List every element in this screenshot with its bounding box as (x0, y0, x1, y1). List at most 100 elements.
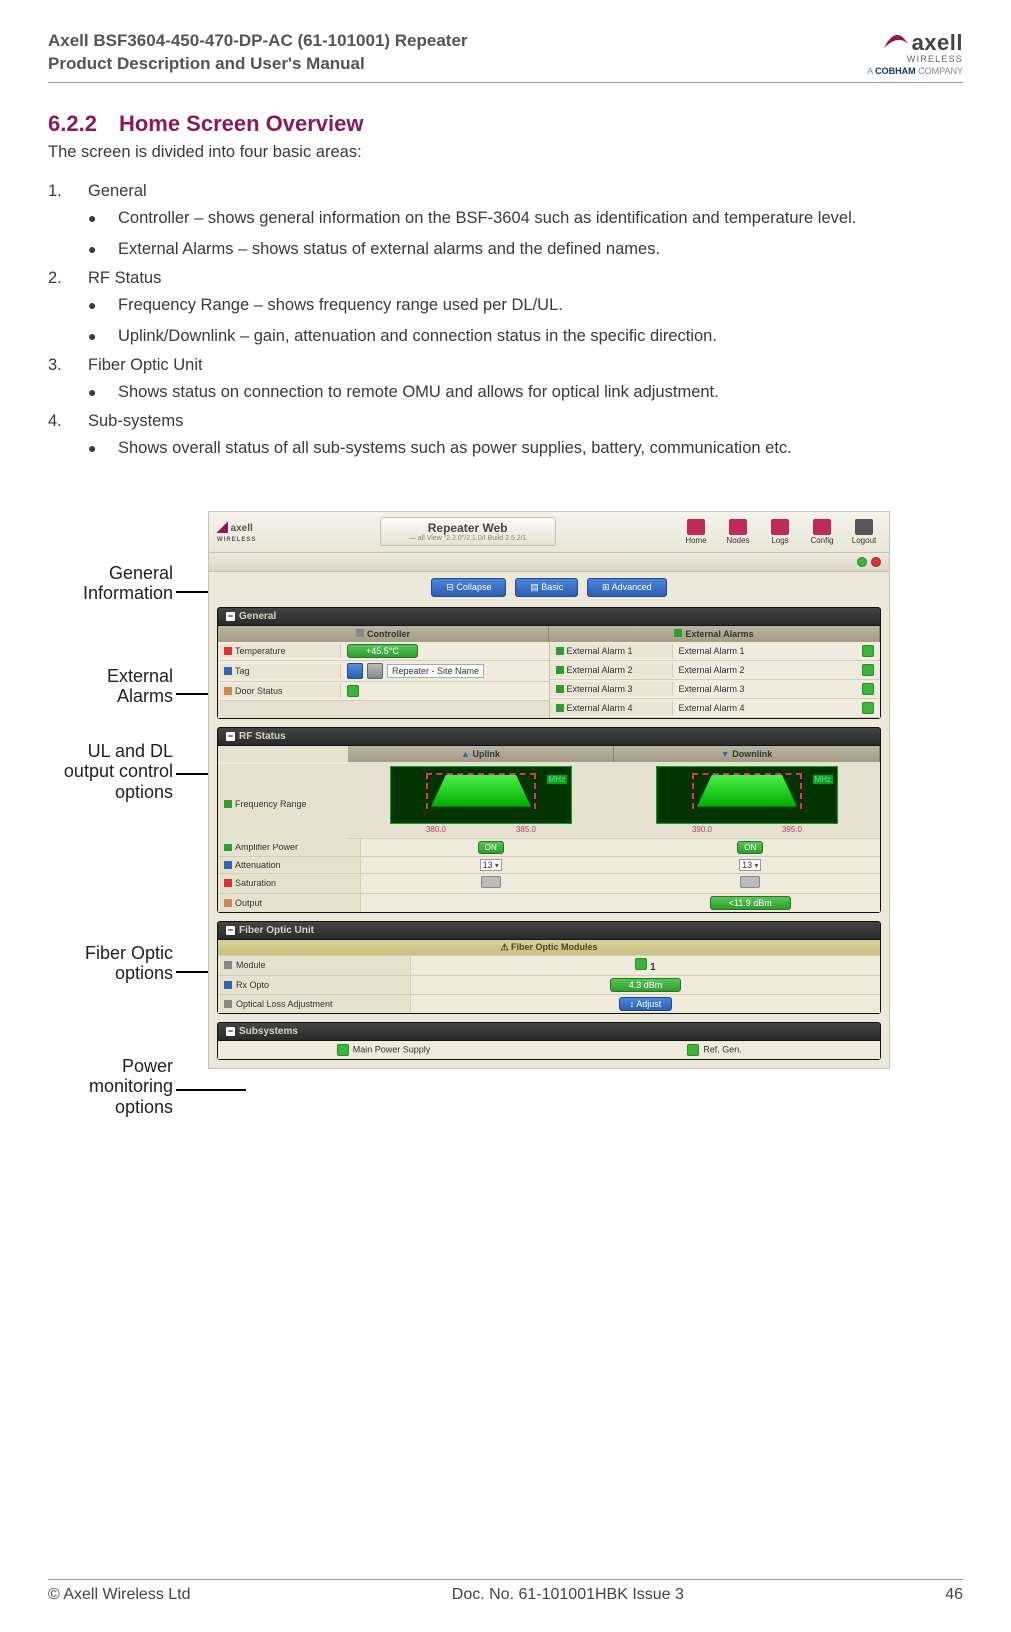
annotated-figure: GeneralInformation ExternalAlarms UL and… (28, 511, 963, 1231)
page-header: Axell BSF3604-450-470-DP-AC (61-101001) … (48, 30, 963, 83)
home-icon (687, 519, 705, 535)
chart-downlink: MHz 390.0395.0 (614, 762, 880, 838)
row-module: Module 1 (218, 955, 880, 975)
row-door: Door Status (218, 682, 549, 701)
tab-collapse[interactable]: ⊟ Collapse (431, 578, 506, 597)
bullet-icon: ● (88, 294, 118, 317)
list-title: RF Status (88, 269, 161, 288)
list-title: General (88, 182, 147, 201)
tag-icon (224, 667, 232, 675)
logo-text: axell (912, 30, 963, 55)
bullet-icon: ● (88, 381, 118, 404)
amp-ul-toggle[interactable]: ON (478, 841, 504, 854)
adjust-button[interactable]: ↕ Adjust (619, 997, 673, 1011)
nav-config[interactable]: Config (805, 519, 839, 545)
section-intro: The screen is divided into four basic ar… (48, 143, 963, 162)
section-number: 6.2.2 (48, 111, 97, 136)
bullet-text: Shows overall status of all sub-systems … (118, 437, 792, 460)
rx-value: 4.3 dBm (610, 978, 682, 992)
list-num: 4. (48, 412, 88, 431)
ss-app-title: Repeater Web — all View "2.2.0"/2.1.0/I … (380, 517, 556, 546)
header-line1: Axell BSF3604-450-470-DP-AC (61-101001) … (48, 30, 468, 53)
col-external-alarms: External Alarms (549, 626, 880, 642)
page-footer: © Axell Wireless Ltd Doc. No. 61-101001H… (48, 1579, 963, 1604)
callout-external: ExternalAlarms (28, 666, 173, 707)
output-value: <11.9 dBm (710, 896, 791, 910)
collapse-icon[interactable]: − (226, 612, 235, 621)
callout-power: Powermonitoringoptions (28, 1056, 173, 1118)
tab-advanced[interactable]: ⊞ Advanced (587, 578, 667, 597)
row-ea3: External Alarm 3External Alarm 3 (550, 680, 881, 699)
thermometer-icon (224, 647, 232, 655)
list-num: 3. (48, 356, 88, 375)
ss-view-tabs: ⊟ Collapse ▤ Basic ⊞ Advanced (209, 572, 889, 603)
bullet-icon: ● (88, 207, 118, 230)
sat-ul (481, 876, 501, 888)
row-saturation: Saturation (218, 873, 880, 893)
bullet-icon: ● (88, 437, 118, 460)
nav-home[interactable]: Home (679, 519, 713, 545)
freq-range-label: Frequency Range (235, 799, 307, 809)
config-icon (813, 519, 831, 535)
bullet-text: Shows status on connection to remote OMU… (118, 381, 719, 404)
sat-dl (740, 876, 760, 888)
bullet-icon: ● (88, 325, 118, 348)
chart-uplink: MHz 380.0385.0 (348, 762, 614, 838)
temp-value: +45.5°C (347, 644, 418, 658)
panel-general: −General Controller External Alarms Temp… (217, 607, 881, 719)
nav-nodes[interactable]: Nodes (721, 519, 755, 545)
door-status (347, 685, 359, 697)
ss-statusbar (209, 553, 889, 572)
logo-swoosh-icon (882, 30, 910, 50)
callout-fiber: Fiber Opticoptions (28, 943, 173, 984)
content-list: 1.General ●Controller – shows general in… (48, 182, 963, 461)
brand-logo: axell WIRELESS A COBHAM COMPANY (867, 30, 963, 76)
callout-line (176, 1089, 246, 1091)
att-dl-select[interactable]: 13 (739, 859, 761, 871)
alarm-status (862, 683, 874, 695)
alarm-status (862, 702, 874, 714)
footer-copyright: © Axell Wireless Ltd (48, 1586, 191, 1604)
collapse-icon[interactable]: − (226, 1027, 235, 1036)
status-dot-green (857, 557, 867, 567)
section-heading: 6.2.2 Home Screen Overview (48, 111, 963, 137)
panel-title-text: RF Status (239, 731, 286, 742)
sub-ref-gen: Ref. Gen. (549, 1041, 880, 1059)
alarm-status (862, 664, 874, 676)
col-controller: Controller (218, 626, 549, 642)
footer-page: 46 (945, 1586, 963, 1604)
door-icon (224, 687, 232, 695)
bullet-text: External Alarms – shows status of extern… (118, 238, 660, 261)
sub-main-power: Main Power Supply (218, 1041, 549, 1059)
col-downlink: ▼ Downlink (614, 746, 880, 762)
panel-rf: −RF Status ▲ Uplink ▼ Downlink MHz (217, 727, 881, 913)
nodes-icon (729, 519, 747, 535)
reset-button[interactable] (367, 663, 383, 679)
tag-input[interactable]: Repeater - Site Name (387, 664, 484, 678)
amp-dl-toggle[interactable]: ON (737, 841, 763, 854)
row-ea2: External Alarm 2External Alarm 2 (550, 661, 881, 680)
ss-nav: Home Nodes Logs Config Logout (679, 519, 881, 545)
bullet-icon: ● (88, 238, 118, 261)
collapse-icon[interactable]: − (226, 926, 235, 935)
embedded-screenshot: ◢ axellWIRELESS Repeater Web — all View … (208, 511, 890, 1069)
bullet-text: Uplink/Downlink – gain, attenuation and … (118, 325, 717, 348)
row-output: Output <11.9 dBm (218, 893, 880, 912)
row-attenuation: Attenuation 13 13 (218, 856, 880, 873)
row-tag: Tag Repeater - Site Name (218, 661, 549, 682)
tab-basic[interactable]: ▤ Basic (515, 578, 578, 597)
col-uplink: ▲ Uplink (348, 746, 614, 762)
nav-logs[interactable]: Logs (763, 519, 797, 545)
panel-title-text: Subsystems (239, 1026, 298, 1037)
list-title: Sub-systems (88, 412, 183, 431)
row-temperature: Temperature +45.5°C (218, 642, 549, 661)
save-button[interactable] (347, 663, 363, 679)
nav-logout[interactable]: Logout (847, 519, 881, 545)
list-num: 2. (48, 269, 88, 288)
att-ul-select[interactable]: 13 (480, 859, 502, 871)
footer-docno: Doc. No. 61-101001HBK Issue 3 (452, 1586, 684, 1604)
logout-icon (855, 519, 873, 535)
callout-uldl: UL and DLoutput controloptions (28, 741, 173, 803)
section-title: Home Screen Overview (119, 111, 364, 136)
collapse-icon[interactable]: − (226, 732, 235, 741)
